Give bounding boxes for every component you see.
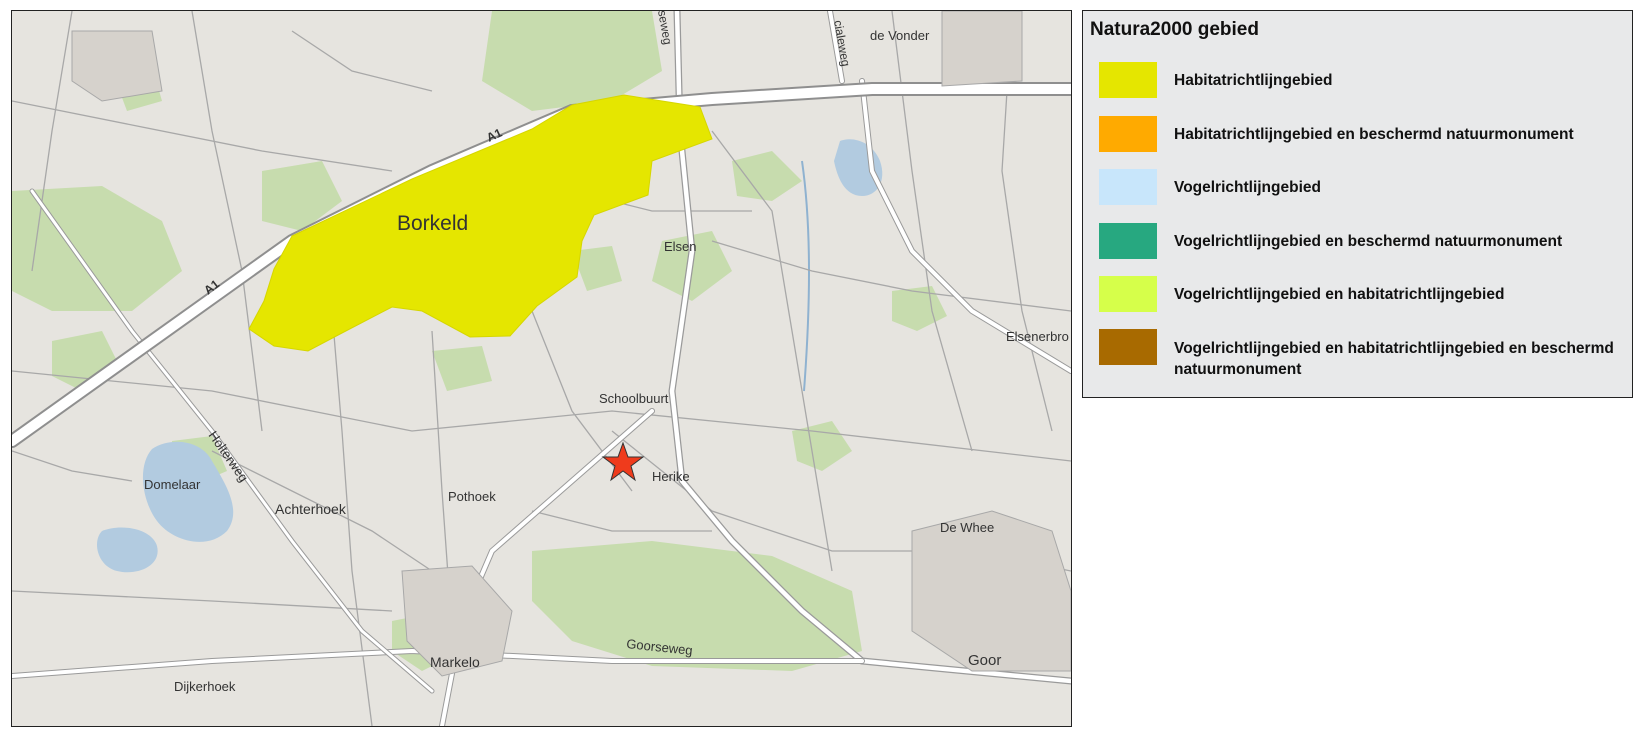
place-label-de-whee: De Whee bbox=[940, 520, 994, 535]
legend-swatch bbox=[1099, 116, 1157, 152]
legend-label: Vogelrichtlijngebied en beschermd natuur… bbox=[1174, 233, 1563, 250]
place-label-domelaar: Domelaar bbox=[144, 477, 201, 492]
legend-swatch bbox=[1099, 329, 1157, 365]
area-label-borkeld: Borkeld bbox=[397, 212, 468, 235]
place-label-achterhoek: Achterhoek bbox=[275, 501, 347, 517]
legend-swatch bbox=[1099, 276, 1157, 312]
legend-title: Natura2000 gebied bbox=[1090, 19, 1259, 40]
legend-swatch bbox=[1099, 169, 1157, 205]
legend-swatch bbox=[1099, 223, 1157, 259]
legend-label: Vogelrichtlijngebied en habitatrichtlijn… bbox=[1174, 286, 1505, 303]
place-label-elsen: Elsen bbox=[664, 239, 697, 254]
legend-item-vogel-habitat: Vogelrichtlijngebied en habitatrichtlijn… bbox=[1099, 276, 1629, 312]
place-label-goor: Goor bbox=[968, 652, 1001, 669]
map-canvas[interactable]: Borkeld A1 A1 Holterweg Goorseweg seweg … bbox=[12, 11, 1071, 726]
legend-label: Vogelrichtlijngebied en habitatrichtlijn… bbox=[1174, 340, 1614, 378]
legend-item-vogel-natuurmonument: Vogelrichtlijngebied en beschermd natuur… bbox=[1099, 223, 1629, 259]
legend-label: Habitatrichtlijngebied bbox=[1174, 72, 1333, 89]
legend-panel: Natura2000 gebied Habitatrichtlijngebied… bbox=[1082, 10, 1633, 398]
legend-label: Vogelrichtlijngebied bbox=[1174, 179, 1321, 196]
legend-item-vogelrichtlijngebied: Vogelrichtlijngebied bbox=[1099, 169, 1629, 205]
place-label-markelo: Markelo bbox=[430, 654, 480, 670]
place-label-pothoek: Pothoek bbox=[448, 489, 496, 504]
place-label-herike: Herike bbox=[652, 469, 690, 484]
legend-item-vogel-habitat-natuurmonument: Vogelrichtlijngebied en habitatrichtlijn… bbox=[1099, 329, 1629, 378]
place-label-elsenerbro: Elsenerbro bbox=[1006, 329, 1069, 344]
legend-item-habitat-natuurmonument: Habitatrichtlijngebied en beschermd natu… bbox=[1099, 116, 1629, 152]
place-label-de-vonder: de Vonder bbox=[870, 28, 930, 43]
legend-item-habitatrichtlijngebied: Habitatrichtlijngebied bbox=[1099, 62, 1629, 98]
legend-swatch bbox=[1099, 62, 1157, 98]
place-label-schoolbuurt: Schoolbuurt bbox=[599, 391, 669, 406]
place-label-dijkerhoek: Dijkerhoek bbox=[174, 679, 236, 694]
legend-label: Habitatrichtlijngebied en beschermd natu… bbox=[1174, 126, 1574, 143]
map-view[interactable]: Borkeld A1 A1 Holterweg Goorseweg seweg … bbox=[11, 10, 1072, 727]
